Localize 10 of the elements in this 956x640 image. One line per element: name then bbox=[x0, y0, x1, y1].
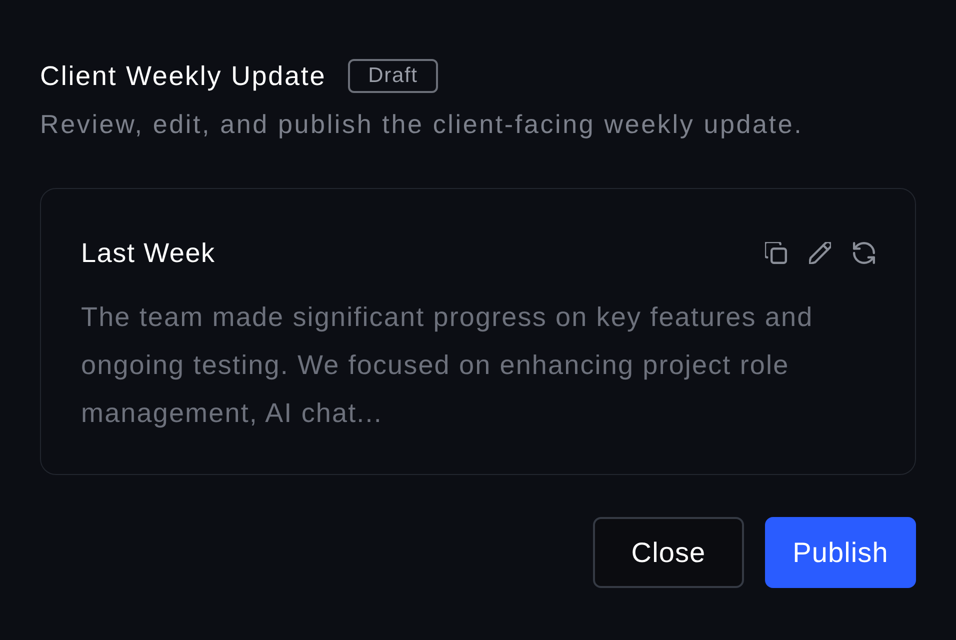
pencil-icon[interactable] bbox=[809, 242, 831, 264]
close-button[interactable]: Close bbox=[593, 517, 744, 588]
publish-button[interactable]: Publish bbox=[765, 517, 916, 588]
dialog-description: Review, edit, and publish the client-facing weekly update. bbox=[40, 108, 804, 140]
section-body-text: The team made significant progress on key features and ongoing testing. We focused on enhancing project role management, AI chat... bbox=[81, 301, 814, 430]
status-badge: Draft bbox=[348, 59, 438, 93]
copy-icon[interactable] bbox=[765, 242, 787, 264]
dialog-title: Client Weekly Update bbox=[40, 60, 326, 93]
section-title: Last Week bbox=[81, 239, 216, 267]
refresh-icon[interactable] bbox=[853, 242, 875, 264]
